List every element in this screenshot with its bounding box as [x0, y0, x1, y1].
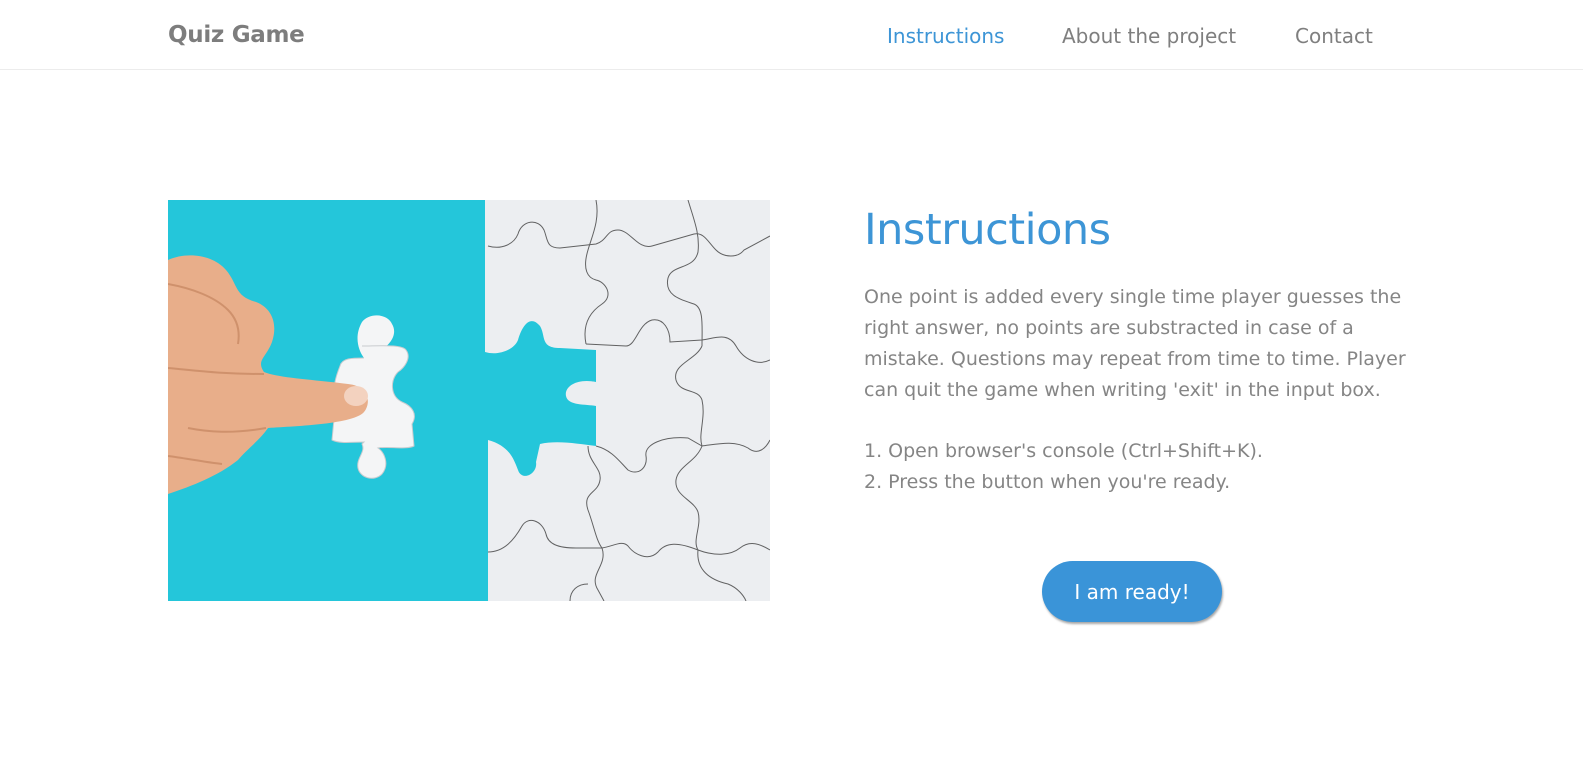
main-nav: Instructions About the project Contact [0, 22, 1583, 52]
steps-list: 1. Open browser's console (Ctrl+Shift+K)… [864, 436, 1424, 498]
step-item: 1. Open browser's console (Ctrl+Shift+K)… [864, 440, 1263, 462]
puzzle-image [168, 200, 770, 601]
step-item: 2. Press the button when you're ready. [864, 471, 1231, 493]
navbar: Quiz Game Instructions About the project… [0, 0, 1583, 70]
nav-link-instructions[interactable]: Instructions [887, 22, 1004, 50]
ready-button[interactable]: I am ready! [1042, 561, 1222, 622]
nav-link-contact[interactable]: Contact [1295, 22, 1373, 50]
page-title: Instructions [864, 205, 1111, 255]
instructions-section: Instructions One point is added every si… [864, 200, 1424, 498]
instructions-description: One point is added every single time pla… [864, 286, 1406, 401]
nav-link-about-the-project[interactable]: About the project [1062, 22, 1236, 50]
